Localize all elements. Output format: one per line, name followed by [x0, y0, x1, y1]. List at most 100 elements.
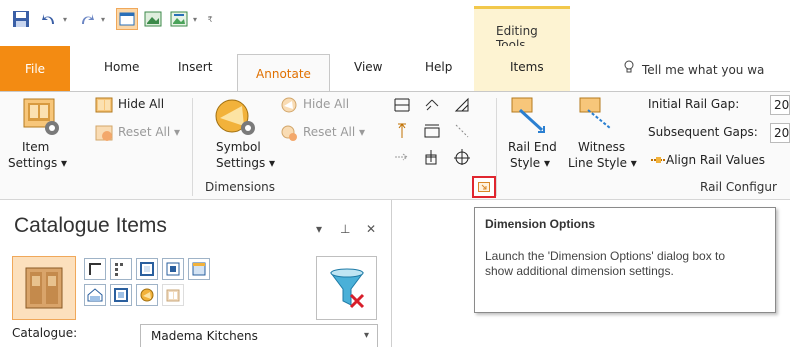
symbol-settings-button[interactable]: Settings ▾	[216, 156, 275, 170]
customize-toolbar-icon[interactable]: ₹	[204, 8, 216, 30]
symbol-category-button[interactable]	[136, 284, 158, 306]
item-settings-icon[interactable]	[22, 96, 59, 136]
reset-all-label: Reset All	[118, 125, 171, 139]
item-settings-label-1[interactable]: Item	[22, 140, 49, 154]
reset-all-symbols-icon[interactable]	[280, 124, 298, 142]
window-icon	[119, 12, 135, 26]
reset-all-symbols-label: Reset All	[303, 125, 356, 139]
dimension-angle-icon[interactable]	[453, 96, 471, 114]
witness-line-style-icon[interactable]	[578, 96, 614, 136]
appliance-category-button[interactable]	[162, 284, 184, 306]
panel-menu-icon[interactable]: ▾	[316, 222, 322, 236]
reset-all-icon[interactable]	[95, 124, 113, 142]
align-rail-icon	[650, 154, 666, 168]
cabinet-category-button[interactable]	[12, 256, 76, 320]
dimension-angled-icon[interactable]	[423, 96, 441, 114]
export-dropdown-icon[interactable]: ▾	[190, 8, 200, 30]
appliance-icon	[166, 289, 180, 302]
rail-end-style-button[interactable]: Style ▾	[510, 156, 550, 170]
wall-category-button[interactable]	[84, 258, 106, 280]
house-category-button[interactable]	[84, 284, 106, 306]
editing-tools-context-header: Editing Tools	[474, 6, 570, 52]
hide-all-button[interactable]: Hide All	[118, 97, 164, 111]
hide-all-symbols-icon[interactable]	[280, 96, 298, 114]
rail-configuration-group-label: Rail Configur	[700, 180, 777, 194]
door-icon	[140, 262, 154, 276]
window-category-button[interactable]	[162, 258, 184, 280]
dimension-options-launcher[interactable]	[472, 176, 496, 198]
dialog-launcher-icon	[478, 182, 490, 192]
dimension-options-tooltip: Dimension Options Launch the 'Dimension …	[474, 207, 776, 313]
undo-button[interactable]	[38, 8, 60, 30]
close-icon[interactable]: ✕	[366, 222, 376, 236]
align-rail-values-button[interactable]: Align Rail Values	[650, 153, 765, 168]
door-category-button[interactable]	[136, 258, 158, 280]
symbol-settings-icon[interactable]	[212, 98, 260, 138]
dimension-box-icon[interactable]	[423, 122, 441, 140]
subsequent-gaps-input[interactable]: 20	[770, 123, 790, 143]
item-settings-button[interactable]: Settings ▾	[8, 156, 67, 170]
grid-category-button[interactable]	[110, 258, 132, 280]
clear-filter-button[interactable]	[316, 256, 377, 320]
tab-annotate[interactable]: Annotate	[237, 54, 330, 93]
tab-file[interactable]: File	[0, 46, 70, 92]
rail-end-style-icon[interactable]	[510, 96, 546, 136]
reset-all-symbols-button[interactable]: Reset All ▾	[303, 125, 365, 139]
hide-all-symbols-button[interactable]: Hide All	[303, 97, 349, 111]
pin-icon[interactable]: ⊥	[340, 222, 350, 236]
tab-home[interactable]: Home	[104, 60, 139, 80]
dimension-arrow-icon[interactable]	[393, 148, 411, 166]
dimension-point-icon[interactable]	[423, 148, 441, 166]
panel-category-button[interactable]	[188, 258, 210, 280]
ribbon-tabs: Home Insert Annotate View Help Items Tel…	[0, 46, 790, 93]
undo-icon	[42, 14, 54, 24]
quick-access-toolbar: ▾ ▾ ▾ ₹ Editing Tools	[0, 0, 790, 52]
export-image-button[interactable]	[168, 8, 190, 30]
symbol-settings-label-1[interactable]: Symbol	[216, 140, 261, 154]
redo-button[interactable]	[76, 8, 98, 30]
save-button[interactable]	[10, 8, 32, 30]
tab-view[interactable]: View	[354, 60, 382, 80]
panel-title: Catalogue Items	[14, 214, 167, 237]
ribbon-panel: Item Settings ▾ Hide All Reset All ▾ Sym…	[0, 91, 790, 200]
wall-icon	[89, 263, 101, 275]
frame-icon	[114, 288, 128, 302]
catalogue-select-value: Madema Kitchens	[151, 329, 258, 343]
dimension-target-icon[interactable]	[453, 148, 471, 166]
tell-me-text: Tell me what you wa	[642, 63, 765, 77]
chevron-down-icon: ▾	[363, 330, 369, 341]
redo-icon	[82, 14, 94, 24]
align-rail-values-label: Align Rail Values	[666, 153, 766, 167]
dimension-linear-icon[interactable]	[393, 96, 411, 114]
tab-items[interactable]: Items	[510, 60, 544, 80]
window-category-icon	[166, 262, 180, 276]
tab-help[interactable]: Help	[425, 60, 452, 80]
hide-all-icon[interactable]	[95, 96, 113, 114]
grid-icon	[115, 263, 123, 276]
catalogue-label: Catalogue:	[12, 326, 78, 340]
dimension-vertical-icon[interactable]	[393, 122, 411, 140]
dimension-diagonal-icon[interactable]	[453, 122, 471, 140]
frame-category-button[interactable]	[110, 284, 132, 306]
clear-filter-icon	[329, 268, 364, 309]
tab-insert[interactable]: Insert	[178, 60, 212, 80]
witness-line-style-label-1[interactable]: Witness	[578, 140, 625, 154]
tooltip-body: Launch the 'Dimension Options' dialog bo…	[485, 249, 726, 278]
initial-rail-gap-input[interactable]: 20	[770, 95, 790, 115]
dimensions-group-label: Dimensions	[205, 180, 276, 194]
catalogue-select[interactable]: Madema Kitchens ▾	[140, 324, 378, 347]
tooltip-title: Dimension Options	[485, 217, 596, 231]
reset-all-button[interactable]: Reset All ▾	[118, 125, 180, 139]
redo-dropdown-icon[interactable]: ▾	[98, 8, 108, 30]
window-button[interactable]	[116, 8, 138, 30]
undo-dropdown-icon[interactable]: ▾	[60, 8, 70, 30]
tell-me-search[interactable]: Tell me what you wa	[624, 60, 764, 77]
rail-end-style-label-1[interactable]: Rail End	[508, 140, 557, 154]
save-icon	[13, 11, 29, 27]
witness-line-style-button[interactable]: Line Style ▾	[568, 156, 637, 170]
image-view-button[interactable]	[142, 8, 164, 30]
subsequent-gaps-label: Subsequent Gaps:	[648, 125, 758, 139]
catalogue-items-panel: Catalogue Items ▾ ⊥ ✕ Catalogue: Madema …	[0, 200, 392, 347]
lightbulb-icon	[624, 60, 634, 77]
export-image-icon	[170, 11, 188, 27]
